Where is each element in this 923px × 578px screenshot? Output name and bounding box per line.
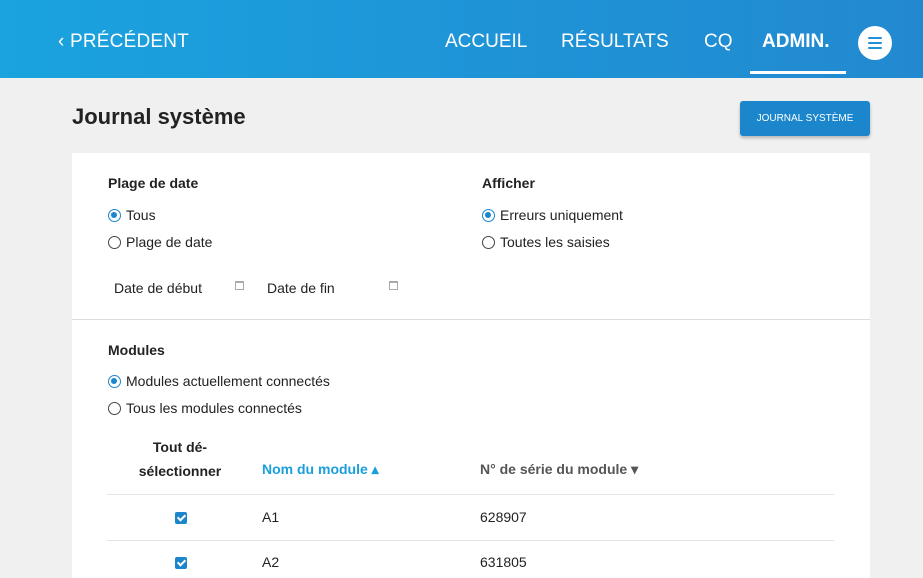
deselect-all-line1: Tout dé- [152,439,208,455]
radio-button[interactable] [108,401,121,415]
date-range-option-all[interactable]: Tous [108,207,156,223]
nav-home[interactable]: ACCUEIL [445,31,527,53]
radio-button-selected[interactable] [108,208,121,222]
radio-label: Tous [126,207,156,223]
module-name-cell: A2 [262,554,280,570]
active-nav-indicator [750,71,846,74]
serial-number-cell: 628907 [480,509,527,525]
radio-label: Erreurs uniquement [500,207,623,223]
page-title: Journal système [72,104,246,129]
calendar-icon[interactable] [235,281,244,290]
row-checkbox[interactable] [175,557,187,569]
calendar-icon[interactable] [389,281,398,290]
table-row-divider [107,494,834,495]
end-date-field[interactable]: Date de fin [267,280,335,296]
radio-label: Tous les modules connectés [126,400,302,416]
radio-label: Plage de date [126,234,213,250]
modules-option-all[interactable]: Tous les modules connectés [108,400,302,416]
radio-label: Toutes les saisies [500,234,610,250]
display-label: Afficher [482,175,535,191]
radio-button[interactable] [108,235,121,249]
display-option-all[interactable]: Toutes les saisies [482,234,610,250]
radio-button-selected[interactable] [108,374,121,388]
deselect-all-header[interactable]: Tout dé- sélectionner [125,435,235,483]
nav-results[interactable]: RÉSULTATS [561,31,669,53]
module-name-cell: A1 [262,509,280,525]
row-checkbox[interactable] [175,512,187,524]
date-range-option-range[interactable]: Plage de date [108,234,212,250]
column-header-module-name[interactable]: Nom du module ▴ [262,461,379,478]
menu-button[interactable] [858,26,892,60]
radio-button[interactable] [482,235,495,249]
nav-admin[interactable]: ADMIN. [762,31,830,53]
date-range-label: Plage de date [108,175,199,191]
hamburger-icon [868,37,882,49]
top-navigation-bar: ‹ PRÉCÉDENT ACCUEIL RÉSULTATS CQ ADMIN. [0,0,923,78]
column-header-serial-number[interactable]: N° de série du module ▾ [480,461,638,478]
previous-link[interactable]: ‹ PRÉCÉDENT [58,31,189,53]
display-option-errors[interactable]: Erreurs uniquement [482,207,623,223]
modules-option-current[interactable]: Modules actuellement connectés [108,373,330,389]
filter-card [72,153,870,578]
nav-qc[interactable]: CQ [704,31,733,53]
modules-label: Modules [108,342,165,358]
system-log-button[interactable]: JOURNAL SYSTÈME [740,101,870,136]
deselect-all-line2: sélectionner [138,463,222,479]
start-date-field[interactable]: Date de début [114,280,202,296]
table-row-divider [107,540,834,541]
radio-label: Modules actuellement connectés [126,373,330,389]
serial-number-cell: 631805 [480,554,527,570]
radio-button-selected[interactable] [482,208,495,222]
section-divider [72,319,870,320]
